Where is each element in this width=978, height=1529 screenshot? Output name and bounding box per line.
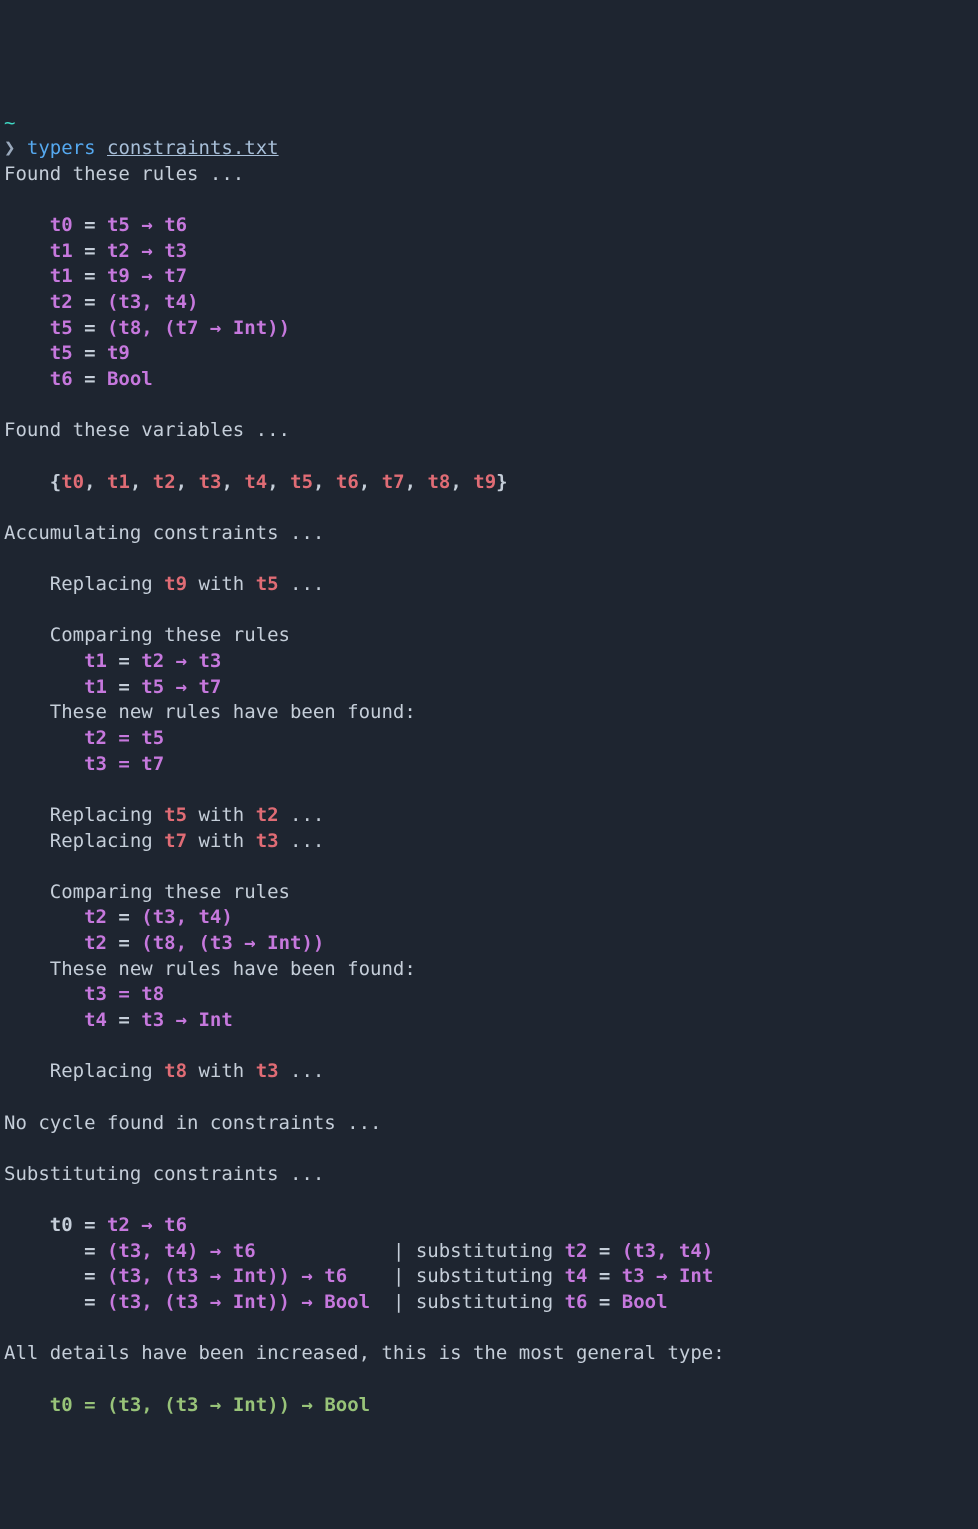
var-item: t0 (61, 471, 84, 493)
brace-close: } (496, 471, 507, 493)
newrules-label: These new rules have been found: (50, 701, 416, 723)
pipe: | (393, 1240, 404, 1262)
final-rhs: (t3, (t3 → Int)) → Bool (107, 1394, 370, 1416)
header-found-vars: Found these variables ... (4, 419, 290, 441)
rule-lhs: t1 (50, 265, 73, 287)
var-item: t9 (473, 471, 496, 493)
var-item: t1 (107, 471, 130, 493)
final-lhs: t0 (50, 1394, 73, 1416)
var-item: t5 (290, 471, 313, 493)
var-item: t2 (153, 471, 176, 493)
comparing-label: Comparing these rules (50, 624, 290, 646)
var-item: t4 (244, 471, 267, 493)
rule-lhs: t6 (50, 368, 73, 390)
rule-lhs: t5 (50, 317, 73, 339)
tilde: ~ (4, 112, 15, 134)
header-accumulating: Accumulating constraints ... (4, 522, 324, 544)
header-substituting: Substituting constraints ... (4, 1163, 324, 1185)
header-no-cycle: No cycle found in constraints ... (4, 1112, 382, 1134)
var-item: t3 (199, 471, 222, 493)
brace-open: { (50, 471, 61, 493)
var-item: t7 (382, 471, 405, 493)
rule-lhs: t5 (50, 342, 73, 364)
new-rule: t2 = t5 (84, 727, 164, 749)
new-rule: t3 = t8 (84, 983, 164, 1005)
subst-lhs: t0 = (50, 1214, 107, 1236)
header-found-rules: Found these rules ... (4, 163, 244, 185)
replacing-label: Replacing (50, 573, 164, 595)
header-all-details: All details have been increased, this is… (4, 1342, 725, 1364)
new-rule: t3 = t7 (84, 753, 164, 775)
prompt-caret: ❯ (4, 137, 15, 159)
command-name: typers (27, 137, 96, 159)
var-item: t6 (336, 471, 359, 493)
rule-lhs: t2 (50, 291, 73, 313)
rule-lhs: t0 (50, 214, 73, 236)
new-rule: t4 (84, 1009, 107, 1031)
rule-lhs: t1 (50, 240, 73, 262)
command-arg-file[interactable]: constraints.txt (107, 137, 279, 159)
var-item: t8 (427, 471, 450, 493)
